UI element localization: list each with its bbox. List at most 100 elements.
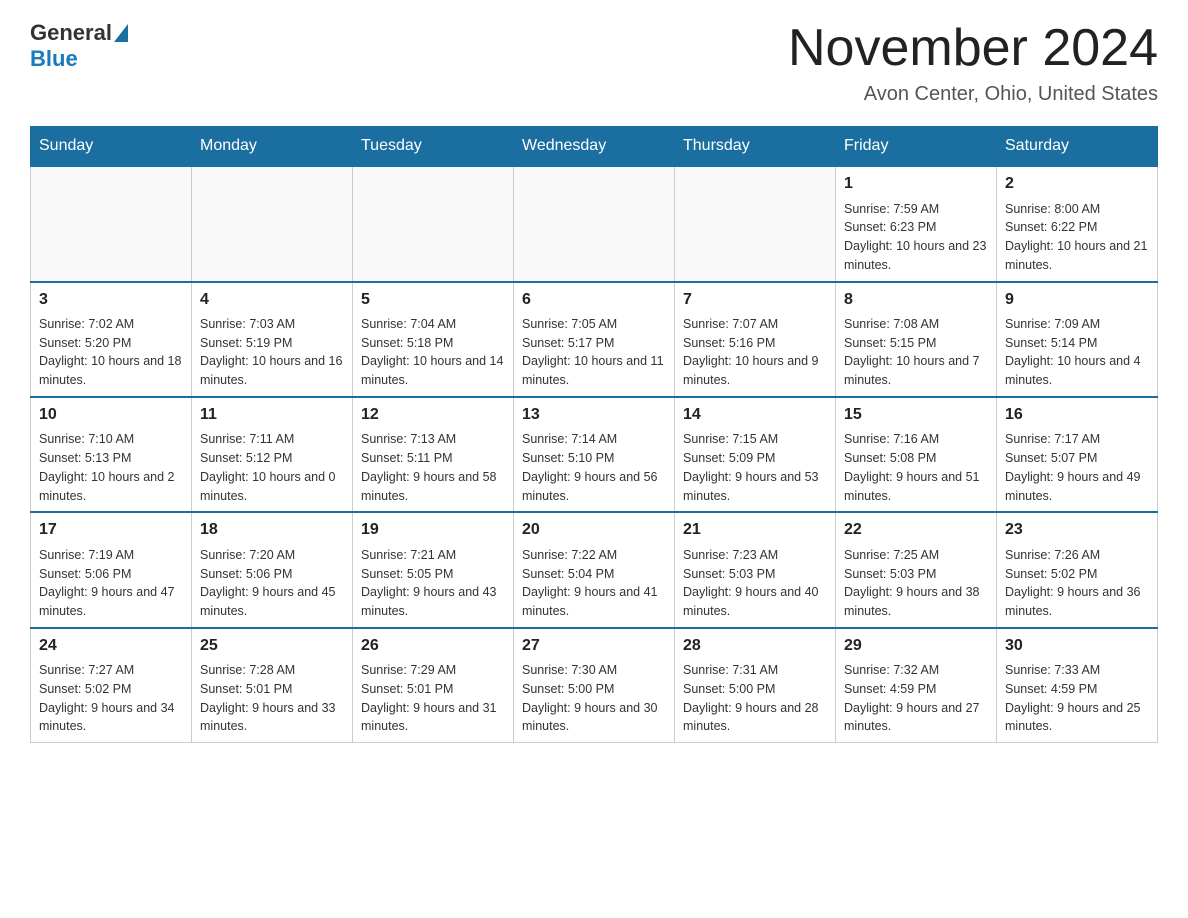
- calendar-cell: 23Sunrise: 7:26 AMSunset: 5:02 PMDayligh…: [997, 512, 1158, 627]
- day-number: 30: [1005, 635, 1149, 657]
- logo-blue-text: Blue: [30, 46, 78, 72]
- calendar-cell: 5 Sunrise: 7:04 AMSunset: 5:18 PMDaylight…: [353, 282, 514, 397]
- day-number: 1: [844, 173, 988, 195]
- calendar-cell: [192, 166, 353, 281]
- logo-general-text: General: [30, 20, 112, 46]
- day-info: Sunrise: 7:19 AMSunset: 5:06 PMDaylight:…: [39, 546, 183, 621]
- header-row: Sunday Monday Tuesday Wednesday Thursday…: [31, 127, 1158, 167]
- calendar-cell: 22 Sunrise: 7:25 AMSunset: 5:03 PMDayligh…: [836, 512, 997, 627]
- calendar-cell: [675, 166, 836, 281]
- calendar-cell: 26Sunrise: 7:29 AMSunset: 5:01 PMDayligh…: [353, 628, 514, 743]
- day-info: Sunrise: 7:26 AMSunset: 5:02 PMDaylight:…: [1005, 546, 1149, 621]
- day-number: 11: [200, 404, 344, 426]
- day-number: 18: [200, 519, 344, 541]
- calendar-cell: 14 Sunrise: 7:15 AMSunset: 5:09 PMDayligh…: [675, 397, 836, 512]
- calendar-cell: 4Sunrise: 7:03 AMSunset: 5:19 PMDaylight…: [192, 282, 353, 397]
- title-area: November 2024 Avon Center, Ohio, United …: [788, 20, 1158, 106]
- col-sunday: Sunday: [31, 127, 192, 167]
- calendar-title: November 2024: [788, 20, 1158, 77]
- calendar-cell: 9 Sunrise: 7:09 AMSunset: 5:14 PMDaylight…: [997, 282, 1158, 397]
- calendar-cell: 25Sunrise: 7:28 AMSunset: 5:01 PMDayligh…: [192, 628, 353, 743]
- col-monday: Monday: [192, 127, 353, 167]
- day-info: Sunrise: 7:30 AMSunset: 5:00 PMDaylight:…: [522, 661, 666, 736]
- day-number: 22: [844, 519, 988, 541]
- week-row-4: 17 Sunrise: 7:19 AMSunset: 5:06 PMDayligh…: [31, 512, 1158, 627]
- day-number: 17: [39, 519, 183, 541]
- calendar-subtitle: Avon Center, Ohio, United States: [788, 83, 1158, 106]
- week-row-5: 24 Sunrise: 7:27 AMSunset: 5:02 PMDayligh…: [31, 628, 1158, 743]
- day-info: Sunrise: 7:22 AMSunset: 5:04 PMDaylight:…: [522, 546, 666, 621]
- day-number: 24: [39, 635, 183, 657]
- calendar-cell: 21Sunrise: 7:23 AMSunset: 5:03 PMDayligh…: [675, 512, 836, 627]
- day-number: 2: [1005, 173, 1149, 195]
- day-info: Sunrise: 7:13 AMSunset: 5:11 PMDaylight:…: [361, 430, 505, 505]
- day-info: Sunrise: 7:29 AMSunset: 5:01 PMDaylight:…: [361, 661, 505, 736]
- day-info: Sunrise: 7:04 AMSunset: 5:18 PMDaylight:…: [361, 315, 505, 390]
- day-number: 6: [522, 289, 666, 311]
- day-info: Sunrise: 7:31 AMSunset: 5:00 PMDaylight:…: [683, 661, 827, 736]
- day-info: Sunrise: 7:25 AMSunset: 5:03 PMDaylight:…: [844, 546, 988, 621]
- col-thursday: Thursday: [675, 127, 836, 167]
- calendar-cell: 3 Sunrise: 7:02 AMSunset: 5:20 PMDaylight…: [31, 282, 192, 397]
- calendar-cell: [353, 166, 514, 281]
- calendar-cell: 2 Sunrise: 8:00 AMSunset: 6:22 PMDaylight…: [997, 166, 1158, 281]
- day-number: 9: [1005, 289, 1149, 311]
- logo: General Blue: [30, 20, 130, 72]
- day-info: Sunrise: 7:16 AMSunset: 5:08 PMDaylight:…: [844, 430, 988, 505]
- day-number: 3: [39, 289, 183, 311]
- col-saturday: Saturday: [997, 127, 1158, 167]
- day-info: Sunrise: 7:11 AMSunset: 5:12 PMDaylight:…: [200, 430, 344, 505]
- col-friday: Friday: [836, 127, 997, 167]
- day-number: 10: [39, 404, 183, 426]
- week-row-1: 1 Sunrise: 7:59 AMSunset: 6:23 PMDaylight…: [31, 166, 1158, 281]
- day-info: Sunrise: 7:33 AMSunset: 4:59 PMDaylight:…: [1005, 661, 1149, 736]
- calendar-cell: 29 Sunrise: 7:32 AMSunset: 4:59 PMDayligh…: [836, 628, 997, 743]
- calendar-cell: 24 Sunrise: 7:27 AMSunset: 5:02 PMDayligh…: [31, 628, 192, 743]
- day-info: Sunrise: 7:23 AMSunset: 5:03 PMDaylight:…: [683, 546, 827, 621]
- day-number: 13: [522, 404, 666, 426]
- day-number: 25: [200, 635, 344, 657]
- logo-triangle-icon: [114, 24, 128, 42]
- calendar-table: Sunday Monday Tuesday Wednesday Thursday…: [30, 126, 1158, 743]
- calendar-cell: 12 Sunrise: 7:13 AMSunset: 5:11 PMDayligh…: [353, 397, 514, 512]
- day-info: Sunrise: 7:02 AMSunset: 5:20 PMDaylight:…: [39, 315, 183, 390]
- day-info: Sunrise: 7:59 AMSunset: 6:23 PMDaylight:…: [844, 200, 988, 275]
- calendar-cell: 17 Sunrise: 7:19 AMSunset: 5:06 PMDayligh…: [31, 512, 192, 627]
- calendar-cell: 15Sunrise: 7:16 AMSunset: 5:08 PMDayligh…: [836, 397, 997, 512]
- calendar-cell: 16Sunrise: 7:17 AMSunset: 5:07 PMDayligh…: [997, 397, 1158, 512]
- calendar-cell: 8 Sunrise: 7:08 AMSunset: 5:15 PMDaylight…: [836, 282, 997, 397]
- day-info: Sunrise: 7:21 AMSunset: 5:05 PMDaylight:…: [361, 546, 505, 621]
- calendar-cell: 1 Sunrise: 7:59 AMSunset: 6:23 PMDaylight…: [836, 166, 997, 281]
- day-number: 4: [200, 289, 344, 311]
- calendar-cell: 28 Sunrise: 7:31 AMSunset: 5:00 PMDayligh…: [675, 628, 836, 743]
- day-info: Sunrise: 7:09 AMSunset: 5:14 PMDaylight:…: [1005, 315, 1149, 390]
- day-info: Sunrise: 7:15 AMSunset: 5:09 PMDaylight:…: [683, 430, 827, 505]
- day-number: 28: [683, 635, 827, 657]
- calendar-cell: 13Sunrise: 7:14 AMSunset: 5:10 PMDayligh…: [514, 397, 675, 512]
- day-info: Sunrise: 7:20 AMSunset: 5:06 PMDaylight:…: [200, 546, 344, 621]
- day-info: Sunrise: 7:08 AMSunset: 5:15 PMDaylight:…: [844, 315, 988, 390]
- day-number: 29: [844, 635, 988, 657]
- calendar-cell: 20Sunrise: 7:22 AMSunset: 5:04 PMDayligh…: [514, 512, 675, 627]
- day-number: 19: [361, 519, 505, 541]
- calendar-cell: 11 Sunrise: 7:11 AMSunset: 5:12 PMDayligh…: [192, 397, 353, 512]
- calendar-cell: 27 Sunrise: 7:30 AMSunset: 5:00 PMDayligh…: [514, 628, 675, 743]
- calendar-cell: [514, 166, 675, 281]
- calendar-cell: 7Sunrise: 7:07 AMSunset: 5:16 PMDaylight…: [675, 282, 836, 397]
- calendar-cell: 18 Sunrise: 7:20 AMSunset: 5:06 PMDayligh…: [192, 512, 353, 627]
- day-number: 27: [522, 635, 666, 657]
- page-header: General Blue November 2024 Avon Center, …: [30, 20, 1158, 106]
- day-info: Sunrise: 8:00 AMSunset: 6:22 PMDaylight:…: [1005, 200, 1149, 275]
- week-row-3: 10Sunrise: 7:10 AMSunset: 5:13 PMDayligh…: [31, 397, 1158, 512]
- day-number: 5: [361, 289, 505, 311]
- calendar-cell: 6Sunrise: 7:05 AMSunset: 5:17 PMDaylight…: [514, 282, 675, 397]
- week-row-2: 3 Sunrise: 7:02 AMSunset: 5:20 PMDaylight…: [31, 282, 1158, 397]
- day-info: Sunrise: 7:32 AMSunset: 4:59 PMDaylight:…: [844, 661, 988, 736]
- day-info: Sunrise: 7:07 AMSunset: 5:16 PMDaylight:…: [683, 315, 827, 390]
- col-wednesday: Wednesday: [514, 127, 675, 167]
- day-number: 14: [683, 404, 827, 426]
- day-number: 12: [361, 404, 505, 426]
- calendar-cell: 30 Sunrise: 7:33 AMSunset: 4:59 PMDayligh…: [997, 628, 1158, 743]
- day-number: 8: [844, 289, 988, 311]
- day-info: Sunrise: 7:27 AMSunset: 5:02 PMDaylight:…: [39, 661, 183, 736]
